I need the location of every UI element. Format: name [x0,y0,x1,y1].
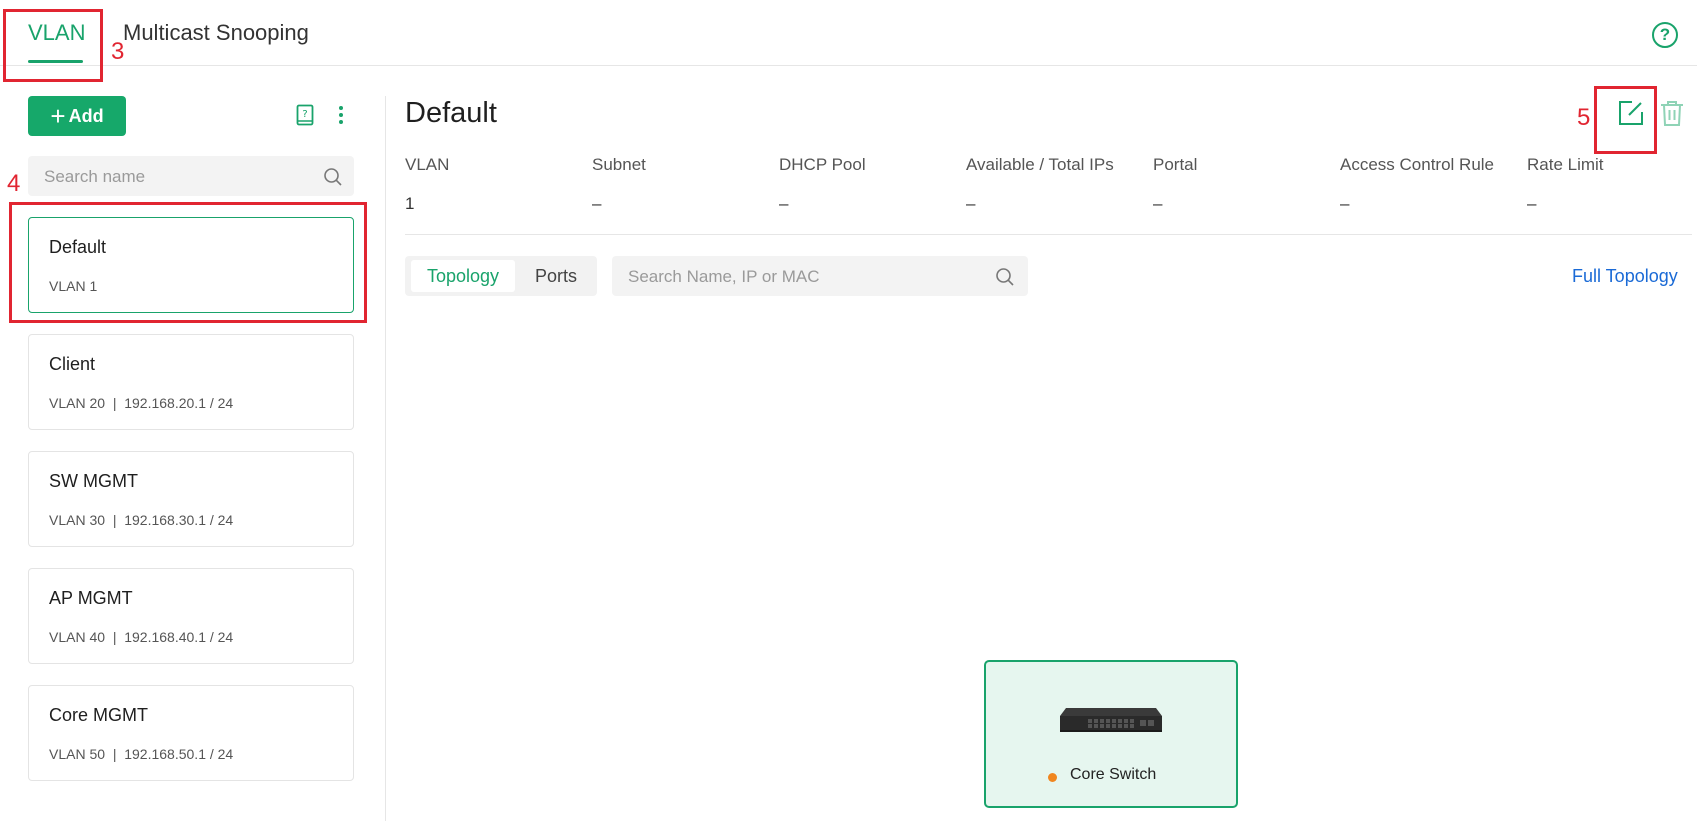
annotation-box-tab [3,9,103,82]
vlan-search-input[interactable] [42,156,316,198]
vlan-card-detail: VLAN 20 | 192.168.20.1 / 24 [49,395,234,411]
panel-divider [385,96,386,821]
device-status-dot [1048,773,1057,782]
vlan-card-sw-mgmt[interactable]: SW MGMT VLAN 30 | 192.168.30.1 / 24 [28,451,354,547]
device-search-box [612,256,1028,298]
column-header-access-control-rule: Access Control Rule [1340,155,1495,174]
column-value-available-ips: – [966,194,976,213]
vlan-card-name: Client [49,354,96,374]
device-card-core-switch[interactable]: Core Switch [984,660,1238,808]
segment-ports[interactable]: Ports [521,260,591,292]
plus-icon: + [50,101,66,131]
column-value-subnet: – [592,194,602,213]
column-header-subnet: Subnet [592,155,646,174]
vlan-card-default[interactable]: Default VLAN 1 [28,217,354,313]
tab-multicast-snooping[interactable]: Multicast Snooping [123,20,309,46]
column-header-vlan: VLAN [405,155,450,174]
search-icon[interactable] [323,167,343,187]
switch-device-icon [1060,708,1162,732]
device-name-label: Core Switch [1070,766,1157,783]
annotation-number-edit: 5 [1577,104,1591,131]
column-value-access-control-rule: – [1340,194,1350,213]
guide-book-icon[interactable]: ? [296,104,314,126]
vlan-card-detail: VLAN 50 | 192.168.50.1 / 24 [49,746,234,762]
section-divider [405,234,1692,235]
more-options-icon[interactable] [336,104,346,126]
column-value-rate-limit: – [1527,194,1537,213]
column-header-dhcp-pool: DHCP Pool [779,155,866,174]
column-header-portal: Portal [1153,155,1198,174]
segment-topology[interactable]: Topology [411,260,515,292]
vlan-detail-title: Default [405,97,497,129]
vlan-card-name: Default [49,237,107,257]
add-vlan-button[interactable]: + Add [28,96,126,136]
vlan-card-name: Core MGMT [49,705,148,725]
vlan-card-core-mgmt[interactable]: Core MGMT VLAN 50 | 192.168.50.1 / 24 [28,685,354,781]
column-value-dhcp-pool: – [779,194,789,213]
vlan-card-detail: VLAN 30 | 192.168.30.1 / 24 [49,512,234,528]
vlan-search-box [28,156,354,198]
svg-text:?: ? [302,109,307,120]
annotation-number-list: 4 [7,170,21,197]
annotation-number-tab: 3 [111,38,125,65]
add-button-label: Add [68,105,104,126]
full-topology-link[interactable]: Full Topology [1572,266,1678,287]
vlan-card-detail: VLAN 40 | 192.168.40.1 / 24 [49,629,234,645]
view-segmented-control: Topology Ports [405,256,597,296]
device-search-input[interactable] [626,256,990,298]
vlan-card-client[interactable]: Client VLAN 20 | 192.168.20.1 / 24 [28,334,354,430]
vlan-card-name: SW MGMT [49,471,138,491]
search-icon[interactable] [995,267,1015,287]
vlan-card-ap-mgmt[interactable]: AP MGMT VLAN 40 | 192.168.40.1 / 24 [28,568,354,664]
column-value-vlan: 1 [405,194,415,213]
edit-icon[interactable] [1618,100,1644,126]
column-header-available-ips: Available / Total IPs [966,155,1114,174]
help-icon[interactable]: ? [1652,22,1678,48]
vlan-card-detail: VLAN 1 [49,278,98,294]
vlan-card-name: AP MGMT [49,588,133,608]
column-header-rate-limit: Rate Limit [1527,155,1604,174]
delete-icon[interactable] [1660,100,1684,127]
column-value-portal: – [1153,194,1163,213]
